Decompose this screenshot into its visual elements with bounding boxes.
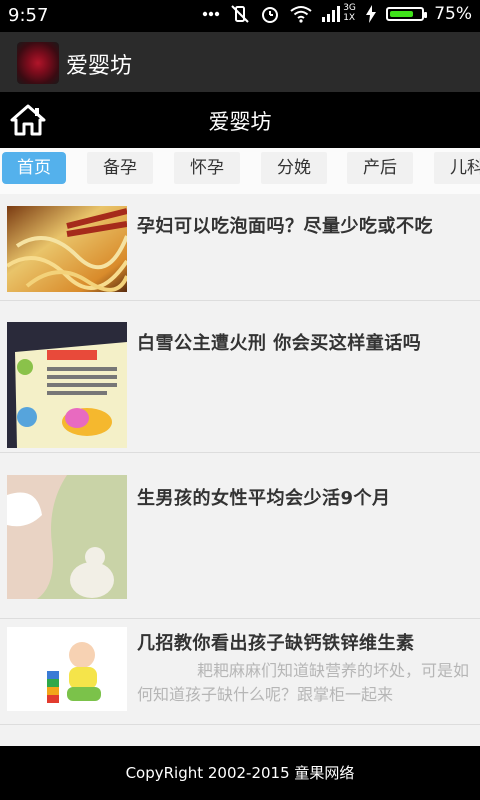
tab-pregnancy[interactable]: 怀孕 bbox=[174, 152, 240, 184]
article-summary: 耙耙麻麻们知道缺营养的坏处，可是如何知道孩子缺什么呢？跟掌柜一起来 bbox=[137, 661, 470, 704]
list-item[interactable]: 白雪公主遭火刑 你会买这样童话吗 bbox=[0, 301, 480, 453]
article-title: 白雪公主遭火刑 你会买这样童话吗 bbox=[137, 333, 422, 354]
network-sub-label: 1X bbox=[343, 13, 356, 23]
article-thumbnail-storybook bbox=[7, 322, 127, 448]
app-bar: 爱婴坊 bbox=[0, 32, 480, 92]
page-title: 爱婴坊 bbox=[208, 110, 272, 134]
list-item[interactable]: 生男孩的女性平均会少活9个月 bbox=[0, 453, 480, 619]
copyright-text: CopyRight 2002-2015 童果网络 bbox=[125, 764, 355, 782]
wifi-icon bbox=[290, 5, 312, 23]
article-thumbnail-baby bbox=[7, 627, 127, 711]
list-item[interactable]: 几招教你看出孩子缺钙铁锌维生素 耙耙麻麻们知道缺营养的坏处，可是如何知道孩子缺什… bbox=[0, 619, 480, 725]
status-bar: 9:57 3G 1X 75% bbox=[0, 0, 480, 32]
tab-delivery[interactable]: 分娩 bbox=[261, 152, 327, 184]
tab-pre-pregnancy[interactable]: 备孕 bbox=[87, 152, 153, 184]
network-type-label: 3G bbox=[343, 3, 356, 13]
app-logo-icon bbox=[17, 42, 59, 84]
status-icons: 3G 1X 75% bbox=[202, 3, 472, 24]
footer: CopyRight 2002-2015 童果网络 bbox=[0, 746, 480, 800]
app-title: 爱婴坊 bbox=[66, 54, 133, 79]
category-tabs: 首页 备孕 怀孕 分娩 产后 儿科 bbox=[0, 148, 480, 194]
article-list: 孕妇可以吃泡面吗？尽量少吃或不吃 白雪公主遭火刑 你会买这样童话吗 生男孩的女性… bbox=[0, 194, 480, 746]
article-title: 生男孩的女性平均会少活9个月 bbox=[137, 488, 391, 509]
article-thumbnail-noodles bbox=[7, 206, 127, 292]
battery-percent: 75% bbox=[434, 4, 472, 24]
tab-postpartum[interactable]: 产后 bbox=[347, 152, 413, 184]
article-title: 几招教你看出孩子缺钙铁锌维生素 bbox=[137, 633, 415, 654]
tab-pediatrics[interactable]: 儿科 bbox=[434, 152, 480, 184]
battery-icon bbox=[386, 7, 428, 21]
article-title: 孕妇可以吃泡面吗？尽量少吃或不吃 bbox=[137, 216, 433, 237]
signal-icon: 3G 1X bbox=[322, 3, 356, 24]
article-thumbnail-pregnant bbox=[7, 475, 127, 599]
tab-home[interactable]: 首页 bbox=[2, 152, 66, 184]
status-time: 9:57 bbox=[8, 5, 49, 26]
vibrate-mute-icon bbox=[230, 4, 250, 24]
more-dots-icon bbox=[202, 11, 220, 17]
list-item[interactable]: 孕妇可以吃泡面吗？尽量少吃或不吃 bbox=[0, 194, 480, 301]
alarm-icon bbox=[260, 4, 280, 24]
page-header: 爱婴坊 bbox=[0, 92, 480, 148]
charging-icon bbox=[366, 5, 377, 23]
